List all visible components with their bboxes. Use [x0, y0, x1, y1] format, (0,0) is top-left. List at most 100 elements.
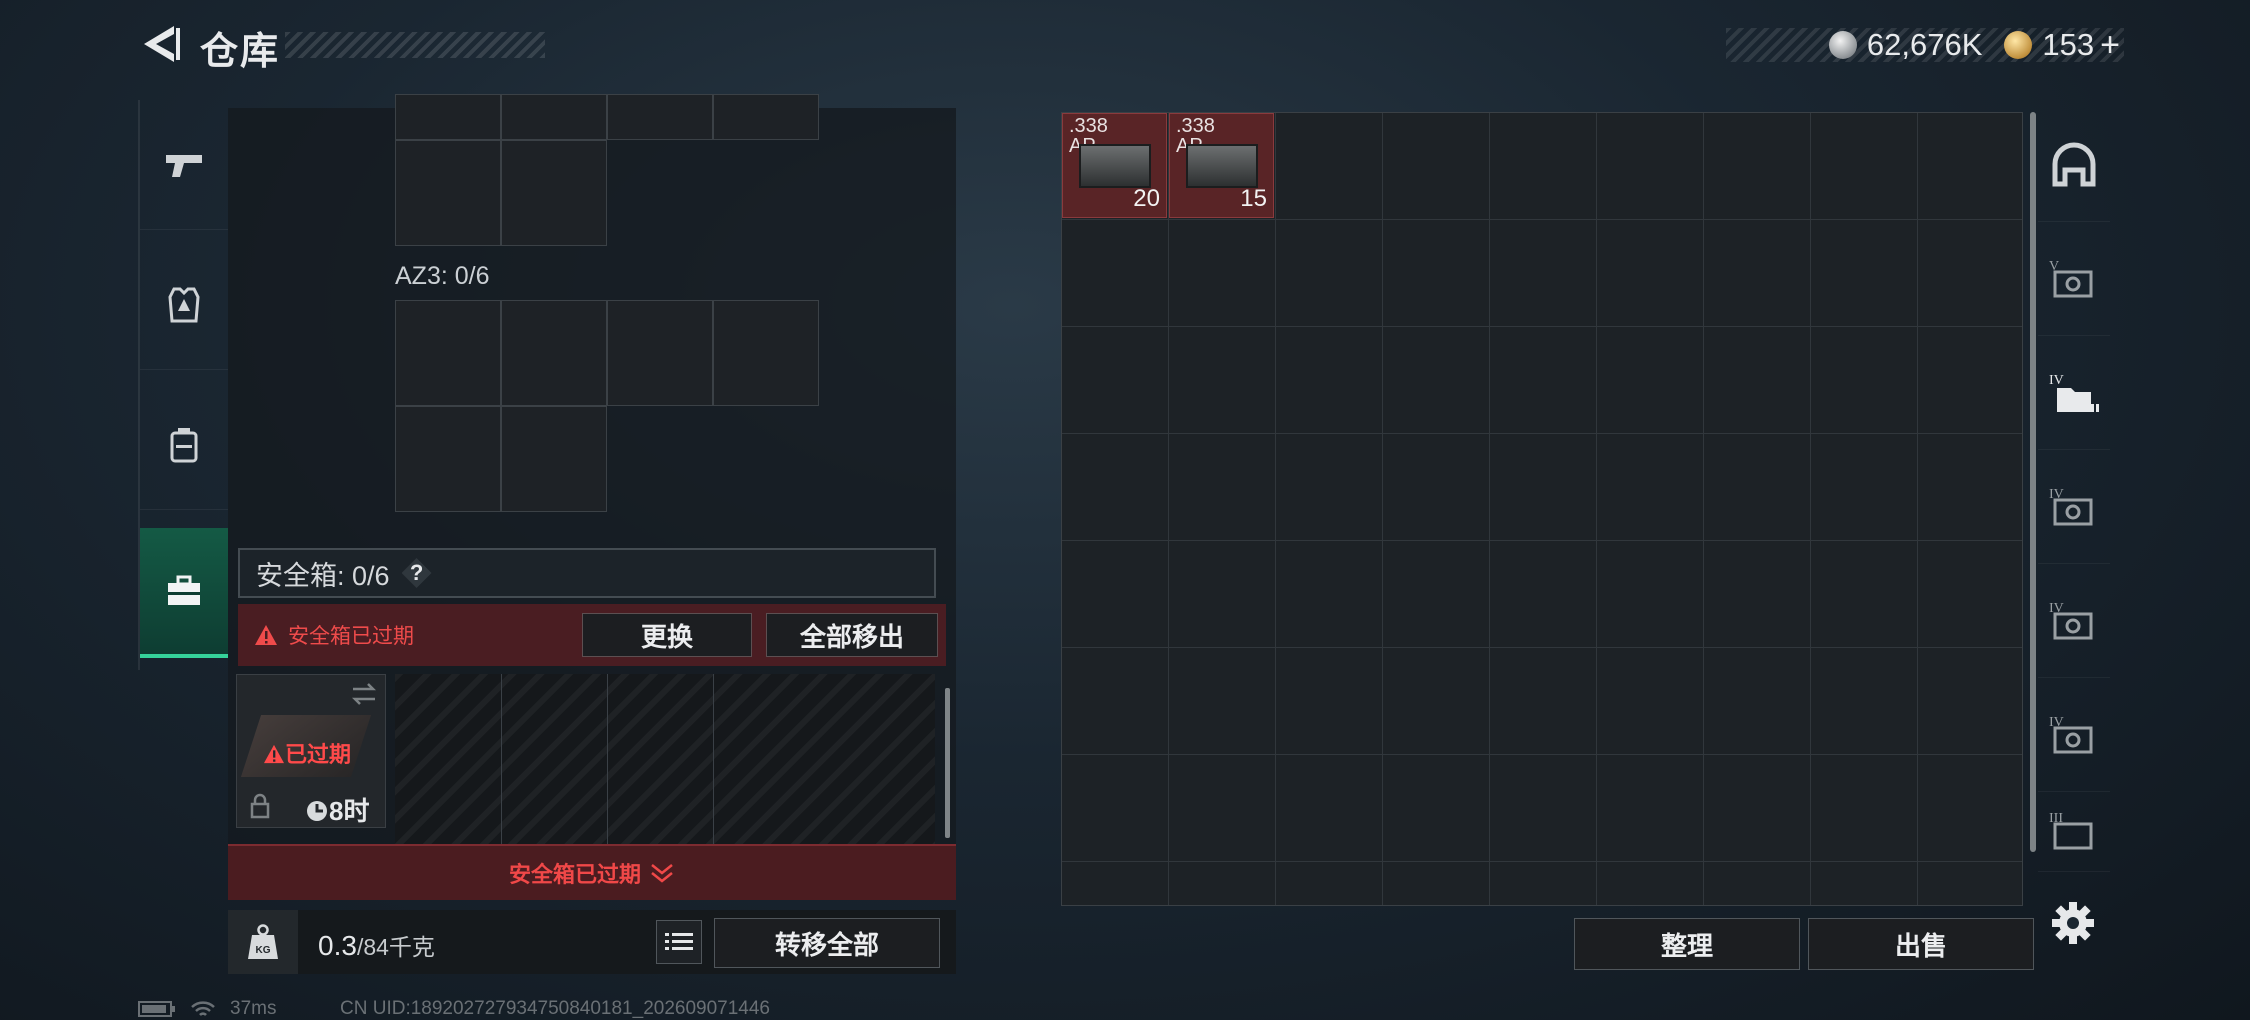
- az3-capacity-label: AZ3: 0/6: [395, 262, 490, 290]
- safe-box-item[interactable]: 已过期 8时: [236, 674, 386, 828]
- safe-box-icon: V: [2049, 259, 2093, 297]
- gear-icon: [2052, 902, 2094, 944]
- side-tab-1[interactable]: [2038, 112, 2110, 222]
- warning-icon: [264, 744, 284, 764]
- ammo-box-icon: [1079, 144, 1151, 188]
- safe-box-expired-banner[interactable]: 安全箱已过期: [228, 844, 956, 900]
- ammo-count: 20: [1133, 185, 1160, 212]
- gold-currency-value: 153: [2042, 27, 2095, 62]
- list-icon: [665, 933, 693, 950]
- safe-box-icon: IV: [2049, 487, 2093, 525]
- tab-armor[interactable]: [140, 240, 228, 370]
- chevron-down-icon: [651, 864, 673, 883]
- ammo-item[interactable]: .338 AP 15: [1169, 113, 1274, 218]
- safe-box-expired-text: 安全箱已过期: [288, 625, 414, 648]
- weight-readout: 0.3/84千克: [318, 928, 435, 962]
- safe-box-header: 安全箱: 0/6 ?: [238, 548, 936, 598]
- add-currency-button[interactable]: +: [2100, 26, 2120, 65]
- loadout-panel: AZ3: 0/6 安全箱: 0/6 ? 安全箱已过期 更换 全部移出 已过期 8…: [228, 94, 956, 848]
- ammo-item[interactable]: .338 AP 20: [1062, 113, 1167, 218]
- case-timer-text: 8时: [329, 796, 370, 826]
- safe-box-icon: IV: [2049, 715, 2093, 753]
- safe-box-expired-bar: 安全箱已过期 更换 全部移出: [238, 604, 946, 666]
- currency-bar: 62,676K 153 +: [1726, 26, 2124, 65]
- armor-vest-icon: [168, 287, 200, 322]
- warning-icon: [255, 625, 277, 645]
- container-slot[interactable]: [607, 94, 713, 140]
- ammo-caliber: .338: [1176, 115, 1215, 137]
- folder-icon: IV: [2049, 373, 2099, 412]
- side-tab-7[interactable]: III: [2038, 796, 2110, 872]
- side-tab-3[interactable]: IV: [2038, 340, 2110, 450]
- ping-value: 37ms: [230, 998, 277, 1019]
- helmet-icon: [2052, 142, 2096, 186]
- ammo-caliber: .338: [1069, 115, 1108, 137]
- back-arrow-icon: [144, 26, 180, 62]
- container-slot[interactable]: [713, 94, 819, 140]
- ammo-box-icon: [1186, 144, 1258, 188]
- silver-coin-icon: [1828, 31, 1857, 59]
- category-tabs: [138, 100, 228, 670]
- stash-grid[interactable]: .338 AP 20 .338 AP 15: [1061, 112, 2023, 906]
- side-tab-4[interactable]: IV: [2038, 454, 2110, 564]
- weight-icon-label: KG: [256, 945, 271, 956]
- status-bar: 37ms: [138, 998, 276, 1020]
- weight-capacity: /84千克: [356, 934, 435, 960]
- lock-icon: [250, 793, 270, 819]
- side-tab-6[interactable]: IV: [2038, 682, 2110, 792]
- battery-icon: [138, 1001, 175, 1017]
- container-slot[interactable]: [501, 300, 607, 406]
- pistol-icon: [166, 154, 202, 177]
- user-uid: CN UID:18920272793475084018​1_2026090714…: [340, 998, 770, 1019]
- container-slot[interactable]: [501, 94, 607, 140]
- stash-side-tabs: V IV IV IV IV III: [2038, 112, 2110, 872]
- ammo-count: 15: [1240, 185, 1267, 212]
- safe-box-capacity: 安全箱: 0/6: [256, 560, 390, 591]
- container-slot[interactable]: [395, 300, 501, 406]
- safe-box-expired-banner-text: 安全箱已过期: [508, 862, 641, 887]
- backpack-icon: [170, 427, 198, 462]
- container-slot[interactable]: [501, 406, 607, 512]
- title-decoration: [285, 32, 545, 58]
- container-slot[interactable]: [395, 140, 501, 246]
- stash-scrollbar[interactable]: [2030, 112, 2036, 852]
- briefcase-icon: [168, 575, 200, 605]
- list-view-button[interactable]: [656, 920, 702, 964]
- container-slot[interactable]: [395, 94, 501, 140]
- settings-button[interactable]: [2048, 898, 2098, 948]
- replace-button[interactable]: 更换: [582, 613, 752, 657]
- container-slot[interactable]: [607, 300, 713, 406]
- container-slot[interactable]: [395, 406, 501, 512]
- tab-backpack[interactable]: [140, 380, 228, 510]
- back-button[interactable]: [138, 22, 182, 66]
- page-title: 仓库: [200, 31, 281, 73]
- help-icon[interactable]: ?: [401, 558, 432, 588]
- transfer-all-button[interactable]: 转移全部: [714, 918, 940, 968]
- side-tab-5[interactable]: IV: [2038, 568, 2110, 678]
- safe-box-icon: IV: [2049, 601, 2093, 639]
- sell-button[interactable]: 出售: [1808, 918, 2034, 970]
- remove-all-button[interactable]: 全部移出: [766, 613, 938, 657]
- safe-box-icon: III: [2049, 811, 2093, 850]
- case-expired-label: 已过期: [263, 737, 351, 769]
- tier-label: IV: [2049, 373, 2064, 388]
- silver-currency-value: 62,676K: [1866, 27, 1983, 62]
- weight-bar: KG 0.3/84千克 转移全部: [228, 910, 956, 974]
- weight-icon-box: KG: [228, 910, 298, 974]
- container-slot[interactable]: [713, 300, 819, 406]
- panel-scrollbar[interactable]: [945, 688, 950, 838]
- side-tab-2[interactable]: V: [2038, 226, 2110, 336]
- tab-safe-box[interactable]: [140, 528, 228, 658]
- sort-button[interactable]: 整理: [1574, 918, 1800, 970]
- container-slot[interactable]: [501, 140, 607, 246]
- case-timer: 8时: [305, 791, 369, 828]
- clock-icon: [307, 801, 327, 821]
- tab-weapons[interactable]: [140, 100, 228, 230]
- case-expired-text: 已过期: [285, 742, 352, 767]
- wifi-icon: [191, 1001, 215, 1016]
- gold-coin-icon: [2004, 31, 2033, 59]
- weight-icon: KG: [248, 924, 278, 959]
- swap-icon: [351, 683, 377, 705]
- safe-box-grid[interactable]: [395, 674, 935, 846]
- weight-value: 0.3: [318, 930, 357, 961]
